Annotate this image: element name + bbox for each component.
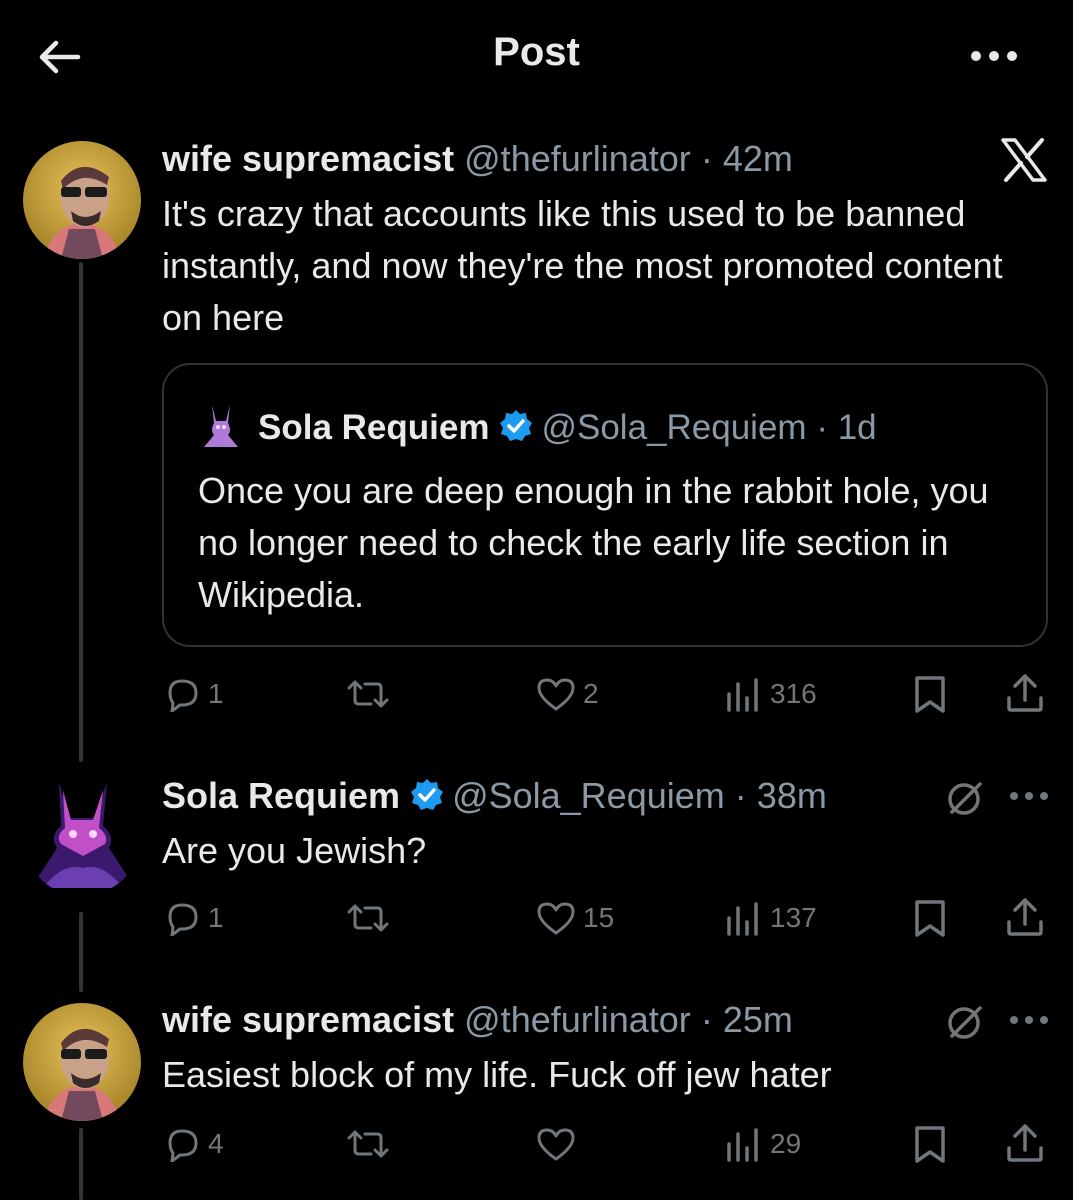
reply-count: 1 (208, 901, 224, 933)
quote-text: Once you are deep enough in the rabbit h… (198, 470, 989, 615)
quote-avatar (204, 405, 238, 447)
post-header: Sola Requiem @Sola_Requiem · 38m (162, 774, 827, 818)
repost-icon (347, 1130, 389, 1158)
display-name[interactable]: wife supremacist (162, 999, 454, 1040)
heart-icon (537, 902, 575, 935)
more-options-icon[interactable] (1007, 786, 1051, 806)
repost-button[interactable] (343, 1124, 393, 1162)
separator-dot: · (816, 408, 828, 447)
like-button[interactable]: 15 (535, 898, 614, 936)
more-options-icon[interactable] (1007, 1010, 1051, 1030)
timestamp[interactable]: 42m (723, 138, 793, 179)
quote-timestamp: 1d (837, 408, 877, 447)
reply-button[interactable]: 4 (162, 1124, 224, 1164)
quote-display-name: Sola Requiem (258, 408, 490, 447)
handle[interactable]: @thefurlinator (464, 999, 691, 1040)
repost-button[interactable] (343, 898, 393, 936)
like-button[interactable]: 2 (535, 674, 599, 712)
share-icon[interactable] (1005, 672, 1045, 714)
reply-icon (168, 1129, 198, 1164)
views-button[interactable]: 29 (724, 1124, 801, 1162)
reply-button[interactable]: 1 (162, 898, 224, 938)
post-header: wife supremacist @thefurlinator · 25m (162, 998, 793, 1042)
grok-icon[interactable] (944, 1002, 984, 1042)
timestamp[interactable]: 38m (757, 775, 827, 816)
heart-icon (537, 678, 575, 711)
handle[interactable]: @thefurlinator (464, 138, 691, 179)
quoted-post-card[interactable]: Sola Requiem @Sola_Requiem · 1d Once you… (162, 363, 1048, 647)
thread-line (79, 262, 83, 762)
reply-icon (168, 679, 198, 714)
separator-dot: · (734, 775, 747, 816)
views-icon (727, 1127, 758, 1162)
x-logo-icon (1001, 138, 1047, 182)
post-header: wife supremacist @thefurlinator · 42m (162, 137, 793, 181)
verified-badge-icon (411, 779, 444, 810)
display-name[interactable]: Sola Requiem (162, 775, 400, 816)
timestamp[interactable]: 25m (723, 999, 793, 1040)
post-text: It's crazy that accounts like this used … (162, 193, 1003, 338)
thread-line (79, 912, 83, 992)
bookmark-icon[interactable] (912, 898, 948, 938)
post-text: Are you Jewish? (162, 830, 427, 871)
bookmark-icon[interactable] (912, 674, 948, 714)
views-icon (727, 677, 758, 712)
separator-dot: · (700, 138, 713, 179)
bookmark-icon[interactable] (912, 1124, 948, 1164)
share-icon[interactable] (1005, 1122, 1045, 1164)
views-icon (727, 901, 758, 936)
views-count: 29 (770, 1127, 802, 1159)
quote-header: Sola Requiem @Sola_Requiem · 1d (198, 403, 877, 450)
like-button[interactable] (535, 1124, 577, 1162)
handle[interactable]: @Sola_Requiem (452, 775, 725, 816)
repost-icon (347, 680, 389, 708)
display-name[interactable]: wife supremacist (162, 138, 454, 179)
reply-button[interactable]: 1 (162, 674, 224, 714)
page-title: Post (493, 30, 580, 74)
views-button[interactable]: 316 (724, 674, 817, 712)
reply-count: 4 (208, 1127, 224, 1159)
post-text: Easiest block of my life. Fuck off jew h… (162, 1054, 832, 1095)
like-count: 2 (583, 677, 599, 709)
thread-line (79, 1128, 83, 1200)
more-options-icon[interactable] (966, 42, 1022, 70)
views-button[interactable]: 137 (724, 898, 817, 936)
repost-button[interactable] (343, 674, 393, 712)
grok-icon[interactable] (944, 778, 984, 818)
like-count: 15 (583, 901, 615, 933)
views-count: 137 (770, 901, 817, 933)
reply-count: 1 (208, 677, 224, 709)
share-icon[interactable] (1005, 896, 1045, 938)
separator-dot: · (700, 999, 713, 1040)
quote-handle: @Sola_Requiem (541, 408, 807, 447)
avatar[interactable] (23, 1003, 141, 1121)
reply-icon (168, 903, 198, 938)
views-count: 316 (770, 677, 817, 709)
verified-badge-icon (500, 410, 533, 441)
avatar[interactable] (23, 778, 141, 896)
repost-icon (347, 904, 389, 932)
avatar[interactable] (23, 141, 141, 259)
heart-icon (537, 1128, 575, 1161)
